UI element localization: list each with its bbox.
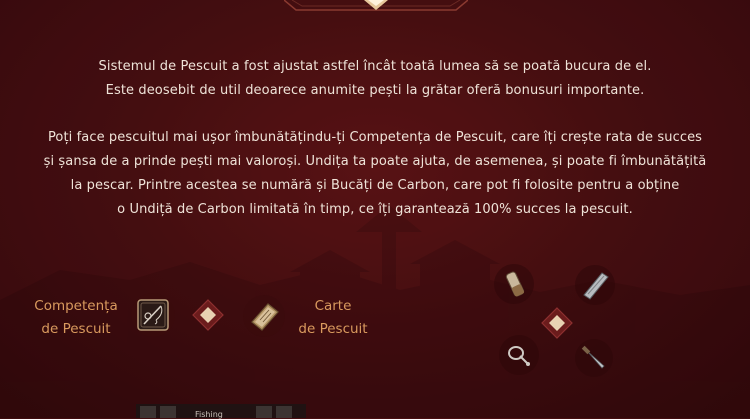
fishing-hook-icon[interactable] (498, 334, 540, 376)
details-line-3: la pescar. Printre acestea se numără și … (70, 178, 680, 193)
intro-line-1: Sistemul de Pescuit a fost ajustat astfe… (98, 59, 652, 74)
fishing-skill-icon[interactable] (130, 292, 176, 338)
intro-line-2: Este deosebit de util deoarece anumite p… (105, 83, 645, 98)
details-paragraph: Poți face pescuitul mai ușor îmbunătățin… (30, 126, 720, 222)
carbon-piece-icon[interactable] (494, 262, 534, 306)
fishing-book-label-line-2: de Pescuit (298, 321, 368, 337)
fishing-book-label: Carte de Pescuit (288, 295, 378, 341)
carbon-rod-icon[interactable] (574, 264, 616, 306)
details-line-1: Poți face pescuitul mai ușor îmbunătățin… (47, 130, 703, 145)
details-line-4: o Undiță de Carbon limitată în timp, ce … (117, 202, 633, 217)
intro-paragraph: Sistemul de Pescuit a fost ajustat astfe… (30, 55, 720, 103)
fishing-book-label-line-1: Carte (314, 298, 352, 314)
fishing-info-panel: Sistemul de Pescuit a fost ajustat astfe… (0, 0, 750, 419)
fishing-skill-label: Competența de Pescuit (26, 295, 126, 341)
details-line-2: și șansa de a prinde pești mai valoroși.… (43, 154, 707, 169)
fishing-skill-label-line-2: de Pescuit (41, 321, 111, 337)
fishing-skill-label-line-1: Competența (34, 298, 118, 314)
diamond-ornament-icon (192, 299, 224, 331)
fishing-book-icon[interactable] (242, 294, 286, 338)
diamond-ornament-icon (541, 307, 573, 339)
fishing-knife-icon[interactable] (574, 338, 614, 378)
top-frame-ornament (284, 0, 468, 11)
